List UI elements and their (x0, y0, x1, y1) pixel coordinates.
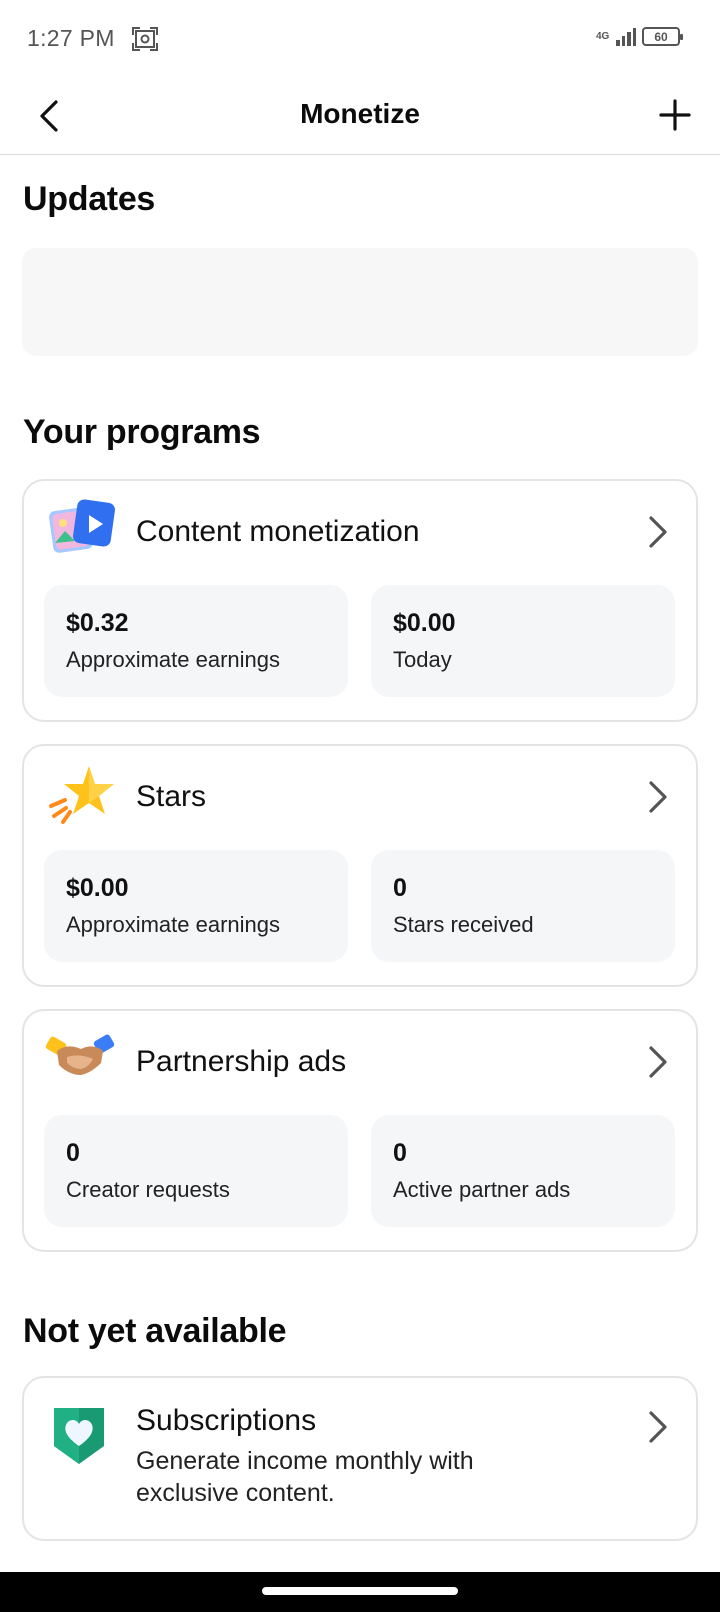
page-title: Monetize (300, 98, 420, 129)
stat-value: 0 (66, 1139, 80, 1167)
heart-badge-icon (54, 1408, 104, 1464)
card-header[interactable]: Stars (24, 746, 696, 846)
stat-value: 0 (393, 1139, 407, 1167)
stat-label: Creator requests (66, 1177, 230, 1202)
add-button[interactable] (658, 98, 692, 132)
card-title: Stars (136, 780, 207, 813)
handshake-icon (45, 1034, 115, 1075)
stat-label: Approximate earnings (66, 912, 281, 937)
card-title: Partnership ads (136, 1045, 347, 1078)
status-time: 1:27 PM (27, 25, 115, 51)
battery-icon: 60 (642, 27, 683, 46)
card-header[interactable]: Content monetization (24, 481, 696, 581)
stat-active-partner-ads: 0 Active partner ads (371, 1115, 675, 1227)
updates-heading: Updates (23, 180, 156, 218)
stat-label: Active partner ads (393, 1177, 571, 1202)
stat-label: Approximate earnings (66, 647, 281, 672)
stat-label: Stars received (393, 912, 534, 937)
video-monetization-icon (49, 499, 115, 553)
card-title: Content monetization (136, 515, 420, 548)
stat-label: Today (393, 647, 452, 672)
screenshot-icon (132, 27, 158, 51)
card-title: Subscriptions (136, 1404, 317, 1437)
not-available-heading: Not yet available (23, 1312, 287, 1350)
updates-placeholder (22, 248, 698, 356)
stat-approx-earnings: $0.32 Approximate earnings (44, 585, 348, 697)
card-header[interactable]: Partnership ads (24, 1011, 696, 1111)
stat-approx-earnings: $0.00 Approximate earnings (44, 850, 348, 962)
chevron-right-icon[interactable] (646, 513, 670, 551)
signal-icon (616, 27, 636, 46)
chevron-right-icon[interactable] (646, 1408, 670, 1446)
network-type: 4G (596, 31, 610, 42)
battery-level: 60 (654, 29, 668, 44)
program-card-subscriptions[interactable]: Subscriptions Generate income monthly wi… (22, 1376, 698, 1541)
programs-heading: Your programs (23, 413, 261, 451)
stat-today: $0.00 Today (371, 585, 675, 697)
card-description: Generate income monthly with exclusive c… (136, 1447, 474, 1507)
stat-value: $0.32 (66, 609, 129, 637)
program-card-content-monetization[interactable]: Content monetization $0.32 Approximate e… (22, 479, 698, 722)
stat-value: $0.00 (66, 874, 129, 902)
star-icon (49, 766, 114, 824)
program-card-partnership-ads[interactable]: Partnership ads 0 Creator requests 0 Act… (22, 1009, 698, 1252)
system-nav-bar (0, 1572, 720, 1612)
program-card-stars[interactable]: Stars $0.00 Approximate earnings 0 Stars… (22, 744, 698, 987)
stat-stars-received: 0 Stars received (371, 850, 675, 962)
stat-creator-requests: 0 Creator requests (44, 1115, 348, 1227)
chevron-right-icon[interactable] (646, 1043, 670, 1081)
status-bar: 1:27 PM 4G 60 (0, 0, 720, 78)
nav-bar: Monetize (0, 78, 720, 155)
chevron-right-icon[interactable] (646, 778, 670, 816)
stat-value: 0 (393, 874, 407, 902)
home-indicator[interactable] (262, 1587, 458, 1595)
stat-value: $0.00 (393, 609, 456, 637)
